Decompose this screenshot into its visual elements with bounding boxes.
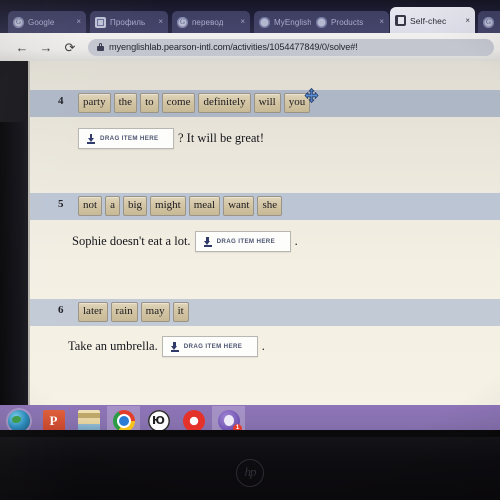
taskbar-item-powerpoint[interactable]: [37, 406, 70, 430]
taskbar-item-yandex[interactable]: [142, 406, 175, 430]
google-icon: [483, 16, 494, 28]
pearson-icon: [316, 16, 327, 28]
browser-tab-2[interactable]: перевод ×: [172, 11, 250, 33]
word-tile[interactable]: she: [257, 196, 283, 216]
pearson-icon: [259, 16, 270, 28]
question-5-answer-line: Sophie doesn't eat a lot. DRAG ITEM HERE…: [72, 231, 298, 252]
word-tile[interactable]: party: [78, 93, 111, 113]
question-5-answer-suffix: .: [294, 234, 298, 248]
word-tile[interactable]: may: [140, 302, 170, 322]
dropzone-label: DRAG ITEM HERE: [100, 135, 159, 142]
browser-tab-4[interactable]: Products ×: [311, 11, 389, 33]
download-arrow-icon: [170, 341, 179, 352]
tab-label: MyEnglish: [274, 17, 312, 27]
forward-icon[interactable]: →: [36, 37, 56, 57]
tab-close-icon[interactable]: ×: [158, 18, 163, 26]
browser-tab-0[interactable]: Google ×: [8, 11, 86, 33]
question-6-dropzone[interactable]: DRAG ITEM HERE: [161, 336, 258, 357]
google-icon: [177, 16, 188, 28]
laptop-bezel: hp: [0, 437, 500, 500]
dropzone-label: DRAG ITEM HERE: [216, 238, 276, 245]
download-arrow-icon: [203, 236, 212, 247]
browser-window: Google × Профиль × перевод × MyEnglish ×: [0, 0, 500, 430]
question-5-answer-prefix: Sophie doesn't eat a lot.: [72, 234, 191, 248]
myenglishlab-icon: [395, 15, 406, 26]
globe-icon: [7, 410, 30, 430]
browser-titlebar: Google × Профиль × перевод × MyEnglish ×: [0, 0, 500, 34]
question-4-answer-line: DRAG ITEM HERE ? It will be great!: [78, 128, 264, 149]
word-tile[interactable]: it: [172, 302, 189, 322]
taskbar-item-opera[interactable]: [177, 406, 210, 430]
yandex-icon: [147, 410, 170, 430]
question-6-answer-suffix: .: [261, 339, 265, 353]
tab-label: Self-chec: [410, 15, 447, 26]
question-4-tiles: party the to come definitely will you: [78, 93, 311, 113]
browser-tab-1[interactable]: Профиль ×: [90, 11, 168, 33]
download-arrow-icon: [87, 133, 95, 144]
browser-tab-6[interactable]: [478, 11, 500, 33]
word-tile[interactable]: big: [122, 196, 148, 216]
tab-label: перевод: [192, 17, 224, 27]
word-tile[interactable]: want: [223, 196, 255, 216]
question-5-dropzone[interactable]: DRAG ITEM HERE: [194, 231, 291, 252]
tab-close-icon[interactable]: ×: [465, 16, 470, 25]
dropzone-label: DRAG ITEM HERE: [183, 343, 243, 350]
reload-icon[interactable]: ⟳: [60, 37, 80, 57]
windows-taskbar: 1: [0, 405, 500, 430]
screen-left-edge: [0, 122, 28, 430]
question-5-tiles: not a big might meal want she: [78, 196, 283, 216]
word-tile[interactable]: you: [283, 93, 311, 113]
laptop-screen-photo: Google × Профиль × перевод × MyEnglish ×: [0, 0, 500, 500]
page-viewport: 4 party the to come definitely will you: [0, 61, 500, 430]
address-bar-url: myenglishlab.pearson-intl.com/activities…: [109, 42, 358, 52]
back-icon[interactable]: ←: [12, 37, 32, 57]
question-4-number: 4: [58, 95, 64, 107]
tab-label: Google: [28, 17, 55, 27]
tab-close-icon[interactable]: ×: [379, 18, 384, 26]
taskbar-item-file-explorer[interactable]: [72, 406, 105, 430]
word-tile[interactable]: later: [78, 302, 108, 322]
question-6-number: 6: [58, 304, 64, 316]
question-4-dropzone[interactable]: DRAG ITEM HERE: [78, 128, 174, 149]
question-4-answer-suffix: ? It will be great!: [178, 131, 265, 145]
address-bar[interactable]: myenglishlab.pearson-intl.com/activities…: [88, 38, 494, 56]
question-6-answer-line: Take an umbrella. DRAG ITEM HERE .: [68, 336, 265, 357]
profile-icon: [95, 16, 106, 28]
word-tile[interactable]: come: [161, 93, 196, 113]
word-tile[interactable]: meal: [188, 196, 221, 216]
word-tile[interactable]: rain: [110, 302, 138, 322]
folder-icon: [77, 410, 100, 430]
tab-close-icon[interactable]: ×: [76, 18, 81, 26]
chrome-icon: [112, 410, 135, 430]
word-tile[interactable]: will: [253, 93, 281, 113]
question-6-answer-prefix: Take an umbrella.: [68, 339, 158, 353]
opera-icon: [182, 410, 205, 430]
word-tile[interactable]: to: [140, 93, 159, 113]
browser-tab-active-self-check[interactable]: Self-chec ×: [390, 7, 475, 34]
question-5-number: 5: [58, 198, 64, 210]
question-6-tiles: later rain may it: [78, 302, 189, 322]
taskbar-item-chrome[interactable]: [107, 406, 140, 430]
activity-page: 4 party the to come definitely will you: [28, 61, 500, 430]
browser-toolbar: ← → ⟳ myenglishlab.pearson-intl.com/acti…: [0, 33, 500, 61]
hp-logo: hp: [236, 459, 264, 487]
word-tile[interactable]: a: [105, 196, 120, 216]
tab-label: Профиль: [110, 17, 146, 27]
tab-label: Products: [331, 17, 364, 27]
lock-icon: [97, 43, 104, 51]
taskbar-item-viber[interactable]: 1: [212, 406, 245, 430]
word-tile[interactable]: the: [113, 93, 138, 113]
taskbar-item-start-globe[interactable]: [2, 406, 35, 430]
word-tile[interactable]: might: [150, 196, 186, 216]
word-tile[interactable]: not: [78, 196, 103, 216]
google-icon: [13, 16, 24, 28]
viber-badge: 1: [233, 424, 242, 430]
word-tile[interactable]: definitely: [198, 93, 251, 113]
tab-strip: Google × Профиль × перевод × MyEnglish ×: [0, 5, 500, 34]
powerpoint-icon: [42, 410, 65, 430]
tab-close-icon[interactable]: ×: [240, 18, 245, 26]
